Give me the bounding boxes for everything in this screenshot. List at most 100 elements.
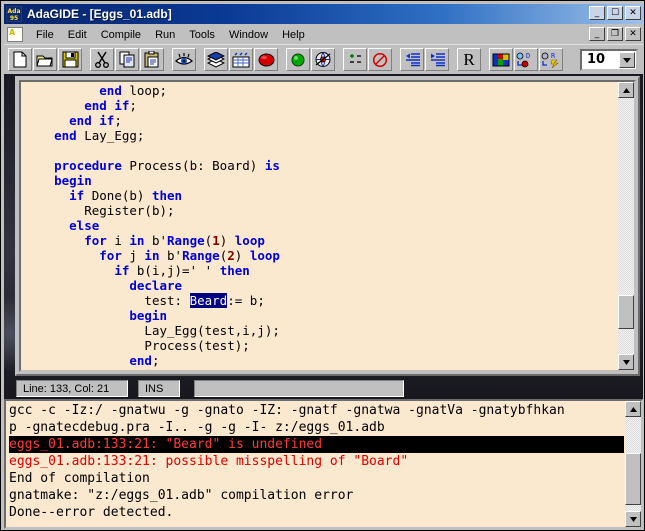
menu-item-run[interactable]: Run <box>148 27 182 43</box>
output-line: Done--error detected. <box>9 505 174 520</box>
output-line: p -gnatecdebug.pra -I.. -g -g -I- z:/egg… <box>9 420 385 435</box>
menu-items: File Edit Compile Run Tools Window Help <box>29 27 312 43</box>
minimize-button[interactable]: _ <box>589 6 605 20</box>
code-editor-text[interactable]: end loop; end if; end if; end Lay_Egg; p… <box>24 83 616 370</box>
code-line: if Done(b) then <box>69 188 183 203</box>
plus-minus-button[interactable] <box>343 48 367 71</box>
output-scroll-up-button[interactable] <box>625 401 641 417</box>
close-button[interactable]: ✕ <box>625 6 641 20</box>
svg-text:D: D <box>526 52 530 60</box>
output-scroll-thumb[interactable] <box>625 453 641 505</box>
output-line: gnatmake: "z:/eggs_01.adb" compilation e… <box>9 488 354 503</box>
triangle-up-icon <box>622 87 630 93</box>
mdi-minimize-button[interactable]: _ <box>589 27 605 41</box>
stop-button[interactable] <box>254 48 278 71</box>
palette-icon <box>492 53 510 66</box>
open-file-button[interactable] <box>33 48 57 71</box>
ada95-app-icon: Ada 95 <box>6 6 22 22</box>
no-entry-icon <box>372 52 388 67</box>
code-line: end loop; <box>99 83 167 98</box>
unindent-button[interactable] <box>400 48 424 71</box>
palette-button[interactable] <box>489 48 513 71</box>
toolbar: R D R 10 <box>4 44 643 74</box>
code-line: end if; <box>69 113 122 128</box>
triangle-up-icon <box>629 406 637 412</box>
font-size-combo[interactable]: 10 <box>580 48 638 71</box>
copy-button[interactable] <box>115 48 139 71</box>
paste-clipboard-icon <box>144 51 159 68</box>
tool-d-icon: D <box>516 52 530 67</box>
tool-d-button[interactable]: D <box>514 48 538 71</box>
selected-token[interactable]: Beard <box>189 293 228 308</box>
debug-globe-icon <box>315 52 331 68</box>
new-file-button[interactable] <box>8 48 32 71</box>
menu-item-edit[interactable]: Edit <box>61 27 94 43</box>
debug-button[interactable] <box>311 48 335 71</box>
indent-button[interactable] <box>425 48 449 71</box>
svg-text:R: R <box>551 52 556 60</box>
cursor-position-panel: Line: 133, Col: 21 <box>16 380 128 397</box>
tool-r-button[interactable]: R <box>539 48 563 71</box>
save-file-button[interactable] <box>58 48 82 71</box>
insert-mode-panel: INS <box>138 380 180 397</box>
view-button[interactable] <box>172 48 196 71</box>
code-line: end; <box>129 353 160 368</box>
paste-button[interactable] <box>140 48 164 71</box>
menu-item-help[interactable]: Help <box>275 27 312 43</box>
font-r-icon: R <box>463 50 475 69</box>
no-entry-button[interactable] <box>368 48 392 71</box>
stop-red-icon <box>258 53 274 67</box>
font-button[interactable]: R <box>457 48 481 71</box>
editor-scroll-down-button[interactable] <box>618 354 634 370</box>
menu-item-file[interactable]: File <box>29 27 61 43</box>
status-bar: Line: 133, Col: 21 INS <box>4 378 643 399</box>
triangle-down-icon <box>629 516 637 522</box>
build-button[interactable] <box>229 48 253 71</box>
indent-right-icon <box>430 52 445 66</box>
run-button[interactable] <box>286 48 310 71</box>
menu-bar: File Edit Compile Run Tools Window Help … <box>4 25 643 44</box>
mdi-client-area: end loop; end if; end if; end Lay_Egg; p… <box>4 74 643 399</box>
editor-inner-frame: end loop; end if; end if; end Lay_Egg; p… <box>19 80 636 372</box>
code-line: end Lay_Egg; <box>54 128 145 143</box>
chevron-down-icon[interactable] <box>619 51 635 68</box>
window-controls: _ ☐ ✕ <box>589 6 641 20</box>
ada95-icon-line2: 95 <box>9 15 19 22</box>
compiler-output-pane: gcc -c -Iz:/ -gnatwu -g -gnato -IZ: -gna… <box>4 399 643 529</box>
indent-left-icon <box>405 52 420 66</box>
new-file-icon <box>13 51 27 68</box>
compile-stack-icon <box>207 51 225 68</box>
editor-scroll-thumb[interactable] <box>618 295 634 329</box>
tool-r-icon: R <box>541 52 559 68</box>
editor-child-window: end loop; end if; end if; end Lay_Egg; p… <box>15 76 640 376</box>
output-scroll-down-button[interactable] <box>625 511 641 527</box>
menu-item-compile[interactable]: Compile <box>94 27 148 43</box>
mdi-close-button[interactable]: ✕ <box>625 27 641 41</box>
editor-scroll-up-button[interactable] <box>618 82 634 98</box>
mdi-restore-button[interactable]: ❐ <box>607 27 623 41</box>
save-disk-icon <box>62 51 78 68</box>
code-line: for j in b'Range(2) loop <box>99 248 280 263</box>
menu-item-window[interactable]: Window <box>222 27 275 43</box>
output-vertical-scrollbar[interactable] <box>625 401 641 527</box>
output-line: eggs_01.adb:133:21: possible misspelling… <box>9 454 409 469</box>
editor-vertical-scrollbar[interactable] <box>618 82 634 370</box>
output-line: eggs_01.adb:133:21: "Beard" is undefined <box>9 436 624 453</box>
build-grid-icon <box>232 52 250 67</box>
adagide-application-window: Ada 95 AdaGIDE - [Eggs_01.adb] _ ☐ ✕ Fil… <box>0 0 645 531</box>
eye-icon <box>174 53 193 65</box>
code-line: test: Beard:= b; <box>144 293 265 308</box>
open-folder-icon <box>36 55 53 66</box>
code-line: begin <box>129 308 167 323</box>
document-icon[interactable] <box>7 27 23 42</box>
mdi-child-controls: _ ❐ ✕ <box>589 27 641 41</box>
output-line: End of compilation <box>9 471 150 486</box>
compiler-output-text[interactable]: gcc -c -Iz:/ -gnatwu -g -gnato -IZ: -gna… <box>9 402 624 527</box>
maximize-button[interactable]: ☐ <box>607 6 623 20</box>
cut-button[interactable] <box>90 48 114 71</box>
menu-item-tools[interactable]: Tools <box>182 27 222 43</box>
plus-minus-icon <box>350 53 361 63</box>
compile-button[interactable] <box>204 48 228 71</box>
output-line: gcc -c -Iz:/ -gnatwu -g -gnato -IZ: -gna… <box>9 403 565 418</box>
